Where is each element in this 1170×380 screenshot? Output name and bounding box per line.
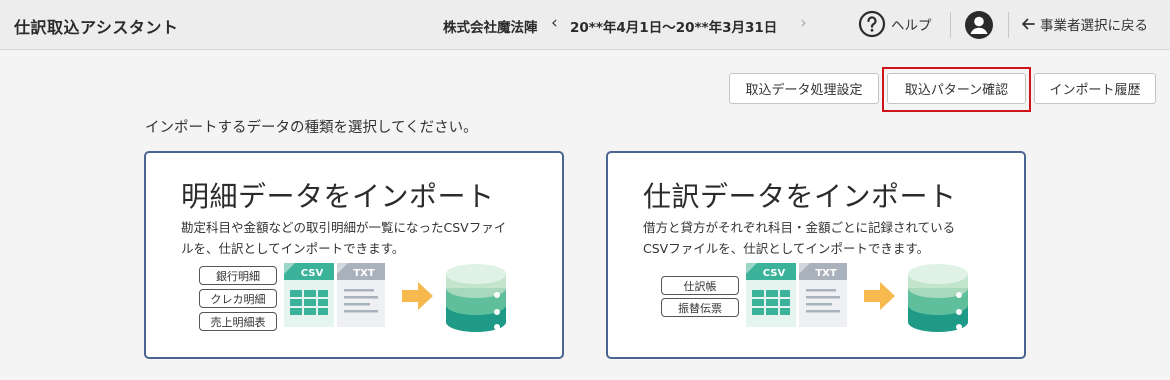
- back-to-business-select[interactable]: 事業者選択に戻る: [1020, 14, 1148, 34]
- card-description-line: 借方と貸方がそれぞれ科目・金額ごとに記録されている: [643, 220, 956, 235]
- tag-credit-card-statement: クレカ明細: [199, 289, 277, 308]
- card-title: 明細データをインポート: [181, 180, 495, 213]
- highlight-frame: [882, 67, 1031, 112]
- statement-import-card[interactable]: 明細データをインポート 勘定科目や金額などの取引明細が一覧になったCSVファイ …: [144, 151, 564, 359]
- journal-import-card[interactable]: 仕訳データをインポート 借方と貸方がそれぞれ科目・金額ごとに記録されている CS…: [606, 151, 1026, 359]
- arrow-left-icon: [1022, 18, 1035, 30]
- instruction-text: インポートするデータの種類を選択してください。: [145, 120, 478, 136]
- arrow-right-icon: [864, 282, 895, 310]
- chevron-left-icon[interactable]: ‹: [551, 13, 558, 33]
- company-name: 株式会社魔法陣: [443, 20, 538, 36]
- card-description-line: ルを、仕訳としてインポートできます。: [181, 241, 405, 256]
- back-label: 事業者選択に戻る: [1040, 18, 1148, 34]
- csv-file-icon: CSV: [284, 263, 334, 327]
- card-description: 勘定科目や金額などの取引明細が一覧になったCSVファイ ルを、仕訳としてインポー…: [181, 217, 506, 259]
- txt-file-icon: TXT: [337, 263, 385, 327]
- csv-label: CSV: [763, 268, 786, 279]
- card-description: 借方と貸方がそれぞれ科目・金額ごとに記録されている CSVファイルを、仕訳として…: [643, 217, 955, 259]
- import-history-button[interactable]: インポート履歴: [1034, 73, 1156, 104]
- tag-transfer-slip: 振替伝票: [661, 298, 739, 317]
- tag-bank-statement: 銀行明細: [199, 266, 277, 285]
- card-title: 仕訳データをインポート: [643, 180, 957, 213]
- help-label: ヘルプ: [891, 18, 932, 34]
- header-divider: [950, 12, 951, 38]
- csv-file-icon: CSV: [746, 263, 796, 327]
- database-icon: [908, 264, 968, 332]
- tag-journal-book: 仕訳帳: [661, 276, 739, 295]
- card-description-line: CSVファイルを、仕訳としてインポートできます。: [643, 241, 930, 256]
- fiscal-period: 20**年4月1日～20**年3月31日: [570, 20, 778, 36]
- txt-file-icon: TXT: [799, 263, 847, 327]
- help-link[interactable]: ヘルプ: [858, 10, 932, 38]
- txt-label: TXT: [815, 268, 837, 279]
- app-header: 仕訳取込アシスタント 株式会社魔法陣 ‹ 20**年4月1日～20**年3月31…: [0, 0, 1170, 50]
- card-description-line: 勘定科目や金額などの取引明細が一覧になったCSVファイ: [181, 220, 507, 235]
- database-icon: [446, 264, 506, 332]
- header-divider: [1008, 12, 1009, 38]
- arrow-right-icon: [402, 282, 433, 310]
- tag-sales-statement: 売上明細表: [199, 312, 277, 331]
- txt-label: TXT: [353, 268, 375, 279]
- csv-label: CSV: [301, 268, 324, 279]
- help-circle-icon: [858, 10, 886, 38]
- chevron-right-icon[interactable]: ›: [800, 13, 807, 33]
- import-illustration: CSV TXT: [746, 263, 968, 332]
- user-avatar-icon[interactable]: [964, 10, 994, 40]
- import-settings-button[interactable]: 取込データ処理設定: [729, 73, 879, 104]
- import-illustration: CSV TXT: [284, 263, 506, 332]
- app-title: 仕訳取込アシスタント: [14, 18, 179, 37]
